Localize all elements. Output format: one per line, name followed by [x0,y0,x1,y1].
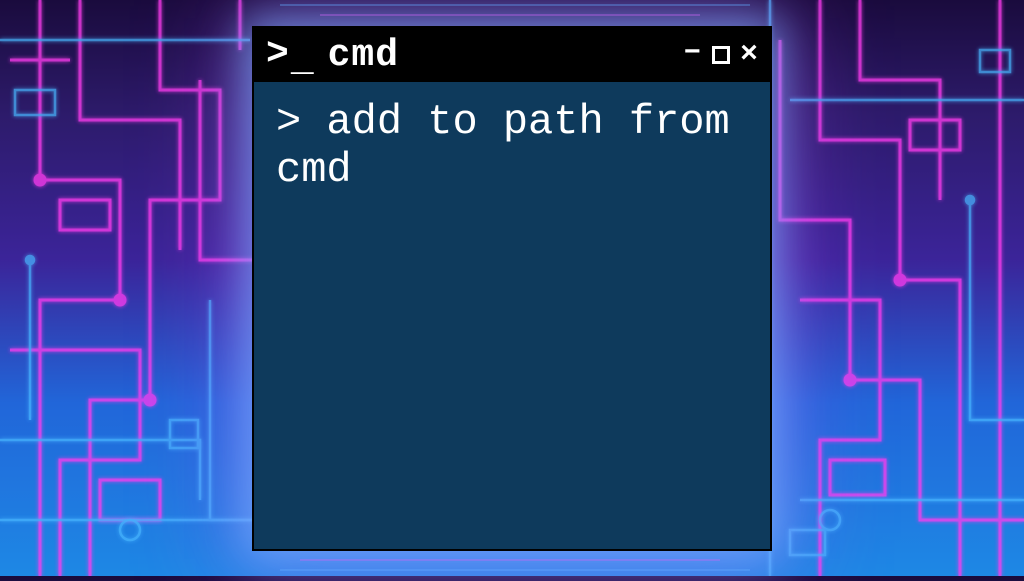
terminal-window: > _ cmd – × > add to path from cmd [252,26,772,551]
close-button[interactable]: × [740,40,758,70]
prompt-char: > [276,98,326,146]
terminal-icon: > _ [266,36,314,74]
title-bar[interactable]: > _ cmd – × [254,28,770,82]
terminal-icon-gt: > [266,36,289,74]
minimize-button[interactable]: – [683,35,702,67]
terminal-body[interactable]: > add to path from cmd [254,82,770,211]
maximize-button[interactable] [712,46,730,64]
window-controls: – × [683,39,758,71]
command-text: add to path from cmd [276,98,755,194]
terminal-icon-underscore: _ [291,42,314,80]
window-title: cmd [328,34,669,77]
